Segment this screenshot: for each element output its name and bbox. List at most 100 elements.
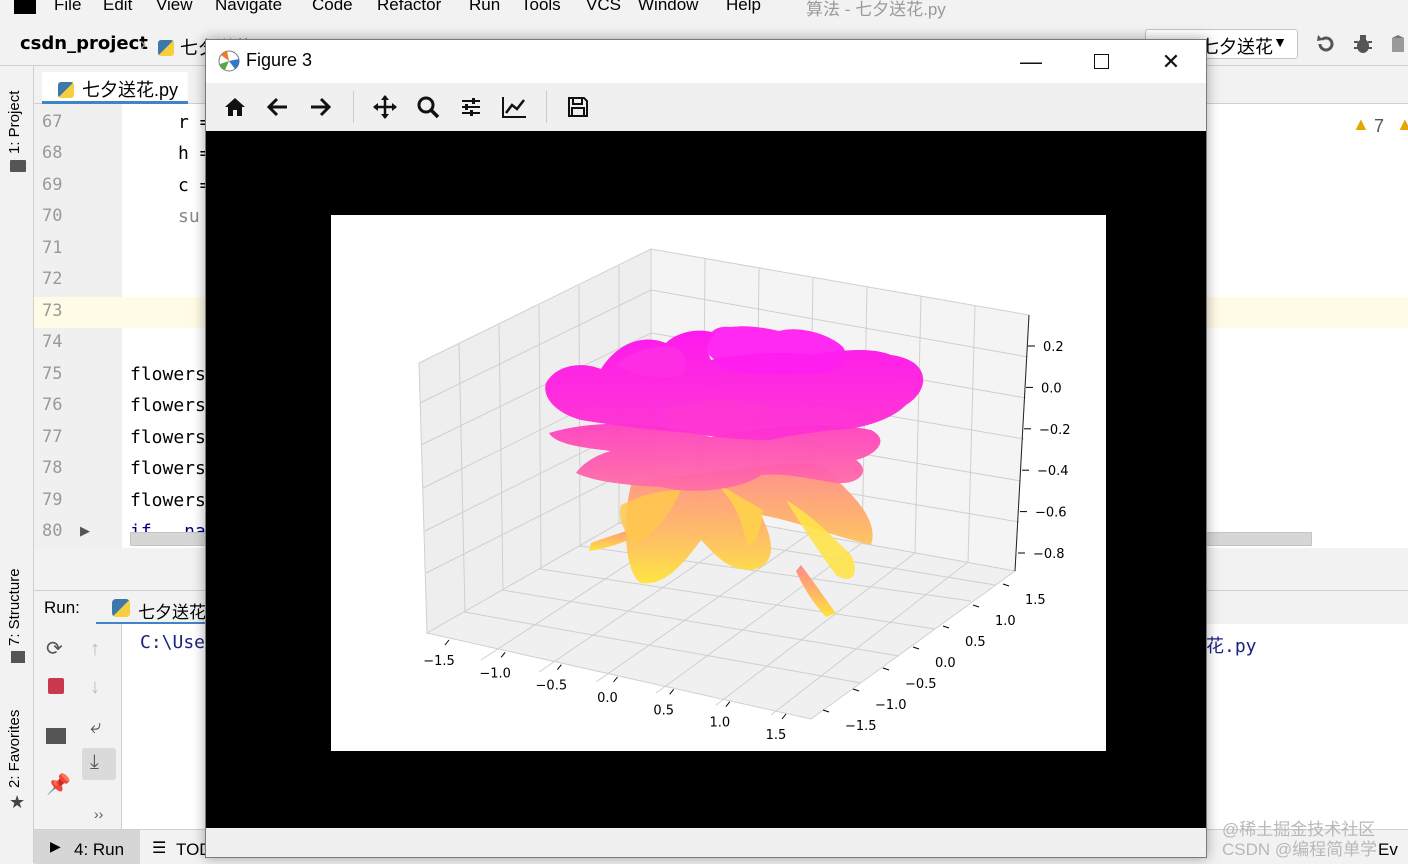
folder-icon: [10, 160, 26, 172]
pan-icon: [373, 95, 397, 119]
menu-code[interactable]: Code: [312, 0, 353, 15]
line-number: 74: [42, 332, 63, 352]
editor-tab-file[interactable]: 七夕送花.py: [42, 72, 189, 104]
figure-title-bar[interactable]: Figure 3 — ✕: [206, 40, 1206, 83]
favorites-tool-tab[interactable]: 2: Favorites: [6, 710, 23, 788]
y-tick-mark: [1002, 583, 1010, 587]
menu-window[interactable]: Window: [638, 0, 698, 15]
more-icon[interactable]: ››: [94, 806, 103, 822]
home-button[interactable]: [219, 91, 251, 123]
x-tick-label: −1.5: [423, 654, 455, 669]
rerun-icon[interactable]: ⟳: [46, 636, 63, 661]
back-button[interactable]: [262, 91, 294, 123]
forward-button[interactable]: [304, 91, 336, 123]
stop-icon[interactable]: [48, 678, 64, 694]
line-number: 70: [42, 206, 63, 226]
y-tick-label: 0.0: [935, 656, 956, 671]
pycharm-logo-icon: [14, 0, 36, 14]
line-number: 79: [42, 490, 63, 510]
watermark-line-1: @稀土掘金技术社区: [1222, 820, 1376, 839]
x-tick-mark: [725, 701, 731, 707]
bottom-tab-run[interactable]: ▶ 4: Run: [34, 830, 140, 864]
list-icon: ☰: [152, 840, 167, 857]
layout-icon[interactable]: [46, 728, 66, 744]
close-icon: ✕: [1161, 48, 1181, 74]
event-log-tab[interactable]: Ev: [1378, 840, 1398, 860]
menu-view[interactable]: View: [156, 0, 193, 15]
figure-toolbar: [206, 83, 1206, 131]
x-tick-label: −1.0: [479, 666, 511, 681]
arrow-up-icon[interactable]: ↑: [90, 638, 100, 661]
run-tab[interactable]: 七夕送花: [96, 591, 216, 625]
edit-axes-button[interactable]: [498, 91, 530, 123]
pan-button[interactable]: [369, 91, 401, 123]
z-tick-label: −0.8: [1033, 547, 1065, 562]
toolbar-separator: [546, 91, 547, 123]
warning-count[interactable]: 7: [1374, 116, 1384, 137]
watermark-line-2: CSDN @编程简单学: [1222, 840, 1378, 859]
x-tick-label: 1.0: [709, 716, 730, 731]
python-file-icon: [158, 40, 174, 56]
y-tick-mark: [972, 604, 980, 608]
bottom-tab-run-label: 4: Run: [74, 840, 125, 859]
menu-vcs[interactable]: VCS: [586, 0, 621, 15]
figure-status-bar: [206, 828, 1206, 857]
y-tick-mark: [942, 625, 950, 629]
debug-icon[interactable]: [1351, 32, 1375, 56]
line-number: 73: [42, 301, 63, 321]
menu-edit[interactable]: Edit: [103, 0, 132, 15]
maximize-icon: [1093, 54, 1109, 69]
y-tick-mark: [852, 688, 860, 692]
z-tick-label: −0.4: [1037, 464, 1069, 479]
line-number: 77: [42, 427, 63, 447]
surface-3d-plot[interactable]: −1.5 −1.0 −0.5 0.0 0.5 1.0 1.5 −1.5 −1.0 −0.5 0.0 0…: [331, 215, 1106, 751]
arrow-down-icon[interactable]: ↓: [90, 676, 100, 699]
coverage-icon[interactable]: [1388, 32, 1408, 56]
rerun-icon[interactable]: [1314, 32, 1338, 56]
figure-canvas[interactable]: −1.5 −1.0 −0.5 0.0 0.5 1.0 1.5 −1.5 −1.0 −0.5 0.0 0…: [206, 131, 1206, 828]
menu-file[interactable]: File: [54, 0, 81, 15]
save-button[interactable]: [562, 91, 594, 123]
menu-help[interactable]: Help: [726, 0, 761, 15]
configure-icon: [462, 98, 480, 116]
forward-icon: [311, 97, 332, 117]
figure-window[interactable]: Figure 3 — ✕ −1.5 −1.0 −0.5 0.0 0.5 1.0 …: [205, 39, 1207, 858]
run-panel-label: Run:: [44, 598, 80, 617]
structure-icon: [11, 651, 25, 663]
project-breadcrumb[interactable]: csdn_project: [20, 33, 148, 54]
x-tick-label: −0.5: [536, 679, 568, 694]
weak-warning-icon: ▲: [1396, 114, 1408, 134]
menu-tools[interactable]: Tools: [521, 0, 561, 15]
minimize-icon: —: [1020, 48, 1042, 74]
menu-navigate[interactable]: Navigate: [215, 0, 282, 15]
x-tick-mark: [444, 639, 450, 646]
maximize-button[interactable]: [1066, 40, 1136, 83]
plot-area[interactable]: −1.5 −1.0 −0.5 0.0 0.5 1.0 1.5 −1.5 −1.0 −0.5 0.0 0…: [331, 215, 1106, 751]
project-tool-tab-label: 1: Project: [6, 90, 23, 154]
structure-tool-tab[interactable]: 7: Structure: [6, 568, 23, 646]
console-path-end: 花.py: [1206, 636, 1257, 657]
run-icon: ▶: [50, 838, 61, 854]
soft-wrap-icon[interactable]: ⤶: [90, 716, 101, 739]
line-number: 68: [42, 143, 63, 163]
y-tick-mark: [882, 667, 890, 671]
project-tool-tab[interactable]: 1: Project: [6, 91, 23, 154]
close-button[interactable]: ✕: [1136, 40, 1206, 83]
left-tool-strip: 1: Project 7: Structure 2: Favorites ★: [0, 66, 34, 863]
scroll-to-end-button[interactable]: ⤓: [82, 748, 116, 780]
minimize-button[interactable]: —: [996, 40, 1066, 83]
pin-icon[interactable]: 📌: [46, 772, 71, 797]
menu-run[interactable]: Run: [469, 0, 500, 15]
zoom-button[interactable]: [412, 91, 444, 123]
scroll-to-end-icon: ⤓: [90, 751, 99, 773]
warning-icon: ▲: [1352, 114, 1370, 134]
z-tick-label: 0.2: [1043, 340, 1064, 355]
run-gutter-icon[interactable]: ▶: [80, 523, 90, 539]
star-icon: ★: [9, 792, 26, 812]
configure-button[interactable]: [455, 91, 487, 123]
line-number: 75: [42, 364, 63, 384]
code-text: flowers: [130, 490, 206, 511]
menu-refactor[interactable]: Refactor: [377, 0, 441, 15]
watermark: @稀土掘金技术社区 CSDN @编程简单学: [1222, 820, 1377, 860]
line-number: 76: [42, 395, 63, 415]
